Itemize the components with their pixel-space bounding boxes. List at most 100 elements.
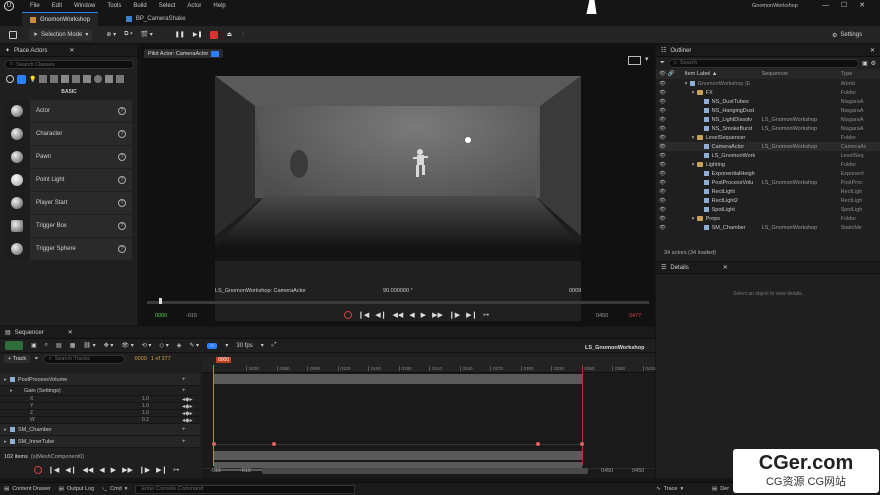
timeline-area[interactable]: 0030 0060 0090 0120 0150 0180 0210 0240 0270 0300… [202,357,656,478]
keyframe[interactable] [212,442,216,446]
outliner-row[interactable]: 👁 SM_Chamber LS_GnomonWorkshop StaticMe [659,223,880,232]
sequencer-track[interactable]: X 1.0 ◂◆▸ [0,396,200,403]
add-folder-icon[interactable]: ▣ [862,60,868,67]
viewport-options-icon[interactable]: ▾ [645,55,649,63]
close-icon[interactable]: ✕ [870,47,875,54]
recent-icon[interactable] [6,75,14,83]
filter-icon[interactable]: ⏷ [34,356,38,363]
cinematic-icon[interactable] [39,75,48,83]
visibility-icon[interactable]: 👁 [659,90,685,96]
range-scrollbar[interactable] [262,468,588,474]
minimize-icon[interactable]: — [822,2,829,9]
visibility-icon[interactable]: 👁 [659,153,685,159]
track-value[interactable]: 1.0 [142,410,182,416]
menu-item[interactable]: Help [213,3,225,9]
curve-editor-icon[interactable]: ⤢ [272,342,277,349]
expand-arrow-icon[interactable]: ▾ [692,216,697,222]
add-key-icon[interactable]: + [182,439,200,445]
jump-end-icon[interactable]: ▶❙ [466,311,477,319]
find-asset-icon[interactable]: ⌕ [45,342,48,349]
visibility-icon[interactable]: 👁 [659,162,685,168]
visibility-icon[interactable]: 👁 [659,171,685,177]
sequencer-track[interactable]: ▸ Gain (Settings) + [0,386,200,396]
play-icon[interactable]: ▶ [421,311,426,319]
add-key-icon[interactable]: ◂◆▸ [182,417,200,424]
sequencer-track[interactable]: Y 1.0 ◂◆▸ [0,403,200,410]
jump-end-icon[interactable]: ▶❙ [156,466,167,474]
outliner-row[interactable]: 👁 ▾ Lighting Folder [659,160,880,169]
misc-icon[interactable] [105,75,114,83]
outliner-row[interactable]: 👁 NS_HangingDust NiagaraA [659,106,880,115]
help-icon[interactable]: ? [118,153,126,161]
content-drawer-button[interactable]: ▤ Content Drawer [4,486,51,492]
prev-frame-icon[interactable]: ◀◀ [83,466,94,474]
section-postprocess[interactable] [214,374,582,384]
blueprints-button[interactable]: ⧉ ▾ [120,29,136,41]
sequencer-track[interactable]: ▸ PostProcessVolume + [0,374,200,386]
help-icon[interactable]: ? [118,107,126,115]
maximize-icon[interactable]: ☐ [841,1,847,9]
lights-icon[interactable]: 💡 [29,76,36,83]
record-icon[interactable] [34,466,42,474]
sequencer-track[interactable]: Z 1.0 ◂◆▸ [0,410,200,417]
outliner-row[interactable]: 👁 RectLight RectLigh [659,187,880,196]
visual-effects-icon[interactable] [50,75,59,83]
visibility-icon[interactable]: 👁 [659,207,685,213]
outliner-row[interactable]: 👁 ▾ FX Folder [659,88,880,97]
transform-tools-icon[interactable]: ✥ ▾ [104,342,114,349]
keyframe[interactable] [580,442,584,446]
track-value[interactable]: 1.0 [142,396,182,402]
add-content-button[interactable]: ⊕ ▾ [102,29,120,41]
viewport-layout-icon[interactable] [628,56,641,65]
loop-icon[interactable]: ↦ [173,466,179,474]
next-frame-icon[interactable]: ▶▶ [432,311,443,319]
viewport-scrubber[interactable] [147,301,649,304]
visibility-icon[interactable]: 👁 [659,144,685,150]
basic-category-icon[interactable] [17,74,26,84]
track-value[interactable]: 0.2 [142,417,182,423]
playhead-label[interactable]: 0000 [216,357,232,363]
menu-item[interactable]: Edit [52,3,62,9]
derived-data-button[interactable]: ▤ Der [712,486,729,492]
outliner-row[interactable]: 👁 LS_GnomonWork LevelSeq [659,151,880,160]
play-icon[interactable]: ▶ [111,466,116,474]
menu-item[interactable]: File [30,3,40,9]
outliner-row[interactable]: 👁 ExponentialHeigh Exponent [659,169,880,178]
sequencer-track[interactable]: ▸ SM_InnerTube + [0,436,200,448]
sequencer-track[interactable]: W 0.2 ◂◆▸ [0,417,200,424]
actor-item[interactable]: Character? [4,123,132,145]
add-key-icon[interactable]: ◂◆▸ [182,396,200,403]
add-key-icon[interactable]: + [182,427,200,433]
loop-icon[interactable]: ↦ [483,311,489,319]
help-icon[interactable]: ? [118,199,126,207]
jump-start-icon[interactable]: ❙◀ [358,311,369,319]
level-viewport[interactable]: Pilot Actor: CameraActor ▾ LS_GnomonWork… [141,45,655,326]
outliner-row[interactable]: 👁 ▾ GnomonWorkshop (E World [659,79,880,88]
stop-button[interactable] [206,29,222,41]
actor-item[interactable]: Trigger Sphere? [4,238,132,260]
render-movie-icon[interactable]: ▤ [56,342,62,349]
chevron-down-icon[interactable]: ▾ [261,342,264,349]
help-icon[interactable]: ? [118,245,126,253]
all-classes-icon[interactable] [83,75,92,83]
playback-options-icon[interactable]: ⟲ ▾ [142,342,152,349]
search-classes-input[interactable]: ⌕ Search Classes [4,60,134,69]
actor-item[interactable]: Pawn? [4,146,132,168]
close-icon[interactable]: ✕ [859,1,865,9]
outliner-row[interactable]: 👁 NS_SmokeBurst LS_GnomonWorkshop NiagaraA [659,124,880,133]
reverse-play-icon[interactable]: ◀ [99,466,104,474]
selection-mode-button[interactable]: ➤ Selection Mode ▾ [29,28,93,41]
key-mode-icon[interactable]: ⛓ ▾ [83,342,95,349]
skip-button[interactable]: ▶❚ [189,29,207,41]
jump-start-icon[interactable]: ❙◀ [48,466,59,474]
camera-icon[interactable] [211,50,220,57]
keyframe[interactable] [272,442,276,446]
prev-key-icon[interactable]: ◀❙ [375,311,386,319]
output-log-button[interactable]: ▤ Output Log [59,486,94,492]
unreal-logo-icon[interactable]: U [4,1,14,11]
expand-arrow-icon[interactable]: ▾ [692,90,697,96]
more-options-icon[interactable]: ⋮ [236,29,250,41]
search-tracks-input[interactable]: ⌕ Search Tracks [42,354,125,364]
outliner-row[interactable]: 👁 SpotLight SpotLigh [659,205,880,214]
add-key-icon[interactable]: ◂◆▸ [182,410,200,417]
